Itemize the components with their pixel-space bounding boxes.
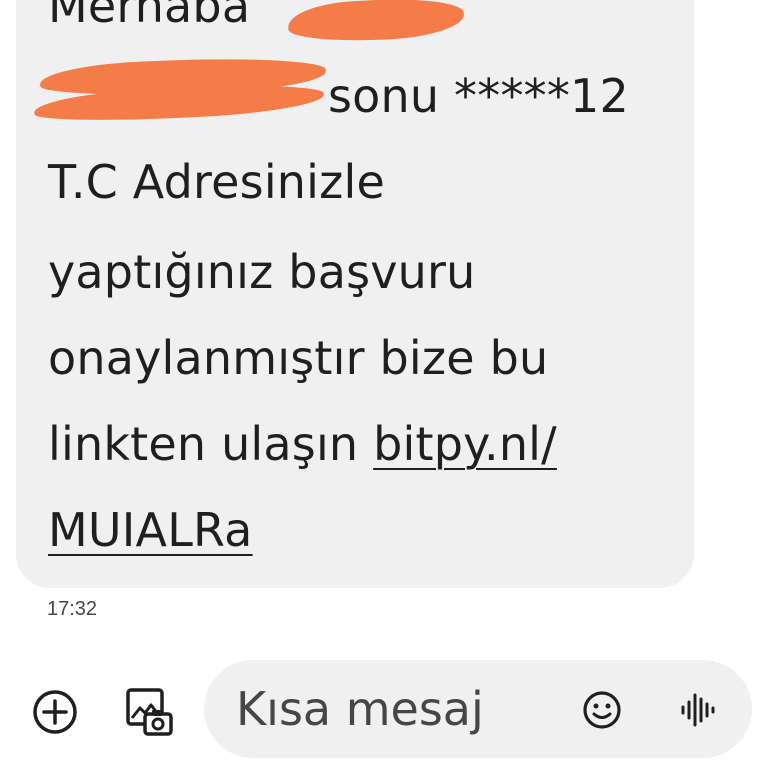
message-line-3: T.C Adresinizle — [48, 155, 385, 209]
link-part-1[interactable]: bitpy.nl/ — [373, 417, 557, 471]
message-line-2: sonu *****12 — [328, 69, 629, 123]
message-line-5: onaylanmıştır bize bu — [48, 331, 549, 385]
emoji-icon — [583, 691, 621, 729]
add-button[interactable] — [26, 686, 84, 738]
message-line-6: linkten ulaşın bitpy.nl/ — [48, 414, 557, 474]
gallery-button[interactable] — [118, 682, 180, 742]
message-composer — [204, 660, 752, 758]
messaging-screen: Merhaba sonu *****12 T.C Adresinizle yap… — [0, 0, 768, 768]
message-line-4: yaptığınız başvuru — [48, 245, 476, 299]
add-circle-icon — [33, 690, 77, 734]
link-part-2[interactable]: MUIALRa — [48, 503, 253, 557]
message-timestamp: 17:32 — [47, 598, 98, 620]
message-line-1: Merhaba — [48, 0, 251, 33]
voice-waveform-icon — [681, 693, 715, 727]
voice-button[interactable] — [674, 686, 722, 734]
message-line-6-text: linkten ulaşın — [48, 417, 374, 471]
emoji-button[interactable] — [578, 686, 626, 734]
gallery-camera-icon — [126, 688, 173, 736]
message-input[interactable] — [236, 678, 556, 740]
message-line-7: MUIALRa — [48, 500, 253, 560]
